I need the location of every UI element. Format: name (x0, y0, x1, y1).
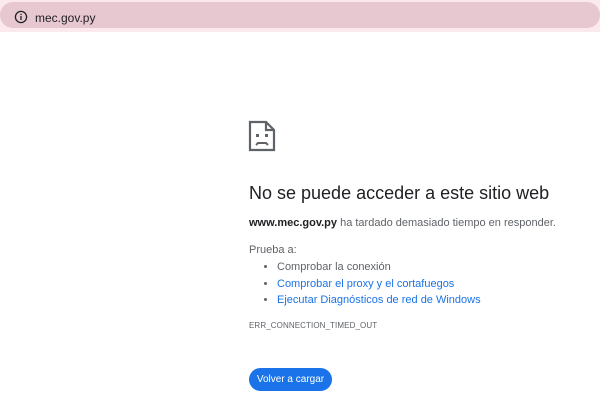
reload-button[interactable]: Volver a cargar (249, 368, 332, 391)
suggestion-check-connection: Comprobar la conexión (277, 259, 481, 276)
sad-page-icon (248, 120, 276, 152)
suggestion-check-proxy[interactable]: Comprobar el proxy y el cortafuegos (277, 276, 481, 293)
try-label: Prueba a: (249, 244, 297, 256)
run-diagnostics-link[interactable]: Ejecutar Diagnósticos de red de Windows (277, 294, 481, 306)
browser-toolbar: mec.gov.py (0, 0, 600, 32)
info-icon[interactable] (14, 10, 28, 24)
check-proxy-link[interactable]: Comprobar el proxy y el cortafuegos (277, 278, 454, 290)
error-description: www.mec.gov.py ha tardado demasiado tiem… (249, 216, 556, 230)
suggestions-list: Comprobar la conexión Comprobar el proxy… (249, 259, 481, 309)
error-title: No se puede acceder a este sitio web (249, 183, 550, 203)
suggestion-run-diagnostics[interactable]: Ejecutar Diagnósticos de red de Windows (277, 292, 481, 309)
error-host: www.mec.gov.py (249, 217, 338, 229)
url-text[interactable]: mec.gov.py (35, 11, 95, 25)
error-code: ERR_CONNECTION_TIMED_OUT (249, 321, 378, 330)
suggestion-label: Comprobar la conexión (277, 261, 391, 273)
error-description-text: ha tardado demasiado tiempo en responder… (337, 217, 556, 229)
address-bar[interactable]: mec.gov.py (0, 2, 600, 28)
